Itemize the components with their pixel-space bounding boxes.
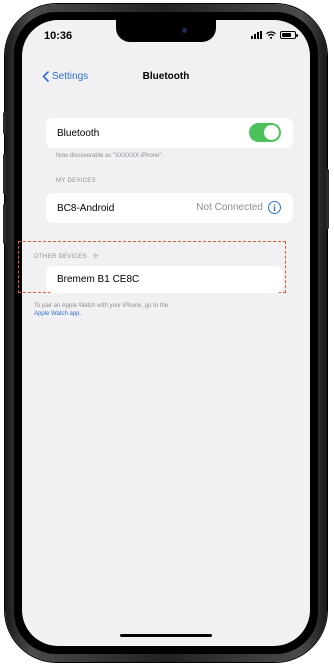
device-status: Not Connected: [196, 202, 263, 213]
phone-screen: 10:36 Settings Bluetooth Bluetooth Now d…: [22, 20, 310, 646]
status-icons: [251, 31, 298, 39]
camera-icon: [182, 28, 187, 33]
other-devices-header: OTHER DEVICES ✳: [34, 251, 100, 262]
volume-down-button: [3, 204, 6, 244]
device-row-bc8-android[interactable]: BC8-Android Not Connected i: [46, 193, 293, 223]
my-devices-header: MY DEVICES: [56, 178, 96, 184]
watch-pairing-note: To pair an Apple Watch with your iPhone,…: [34, 302, 264, 318]
device-name: BC8-Android: [57, 203, 115, 214]
volume-up-button: [3, 154, 6, 194]
notch: [116, 20, 216, 42]
page-title: Bluetooth: [142, 71, 190, 82]
bluetooth-label: Bluetooth: [57, 128, 100, 139]
bluetooth-toggle[interactable]: [249, 123, 281, 142]
bluetooth-toggle-row: Bluetooth: [46, 118, 293, 148]
info-icon[interactable]: i: [268, 201, 281, 214]
power-button: [326, 169, 329, 229]
apple-watch-app-link[interactable]: Apple Watch app.: [34, 311, 81, 317]
spinner-icon: ✳: [91, 251, 100, 261]
status-time: 10:36: [44, 30, 73, 42]
home-indicator[interactable]: [120, 634, 212, 637]
signal-icon: [251, 31, 262, 39]
battery-icon: [280, 31, 298, 39]
other-devices-label: OTHER DEVICES: [34, 254, 87, 261]
wifi-icon: [266, 31, 276, 39]
device-status-group: Not Connected i: [196, 201, 281, 214]
discoverable-note: Now discoverable as "XXXXXX iPhone".: [56, 153, 164, 159]
silent-switch: [3, 112, 6, 134]
toggle-knob: [264, 125, 279, 140]
device-name: Bremem B1 CE8C: [57, 274, 140, 285]
device-row-bremem[interactable]: Bremem B1 CE8C: [46, 266, 283, 293]
watch-note-text: To pair an Apple Watch with your iPhone,…: [34, 303, 169, 309]
